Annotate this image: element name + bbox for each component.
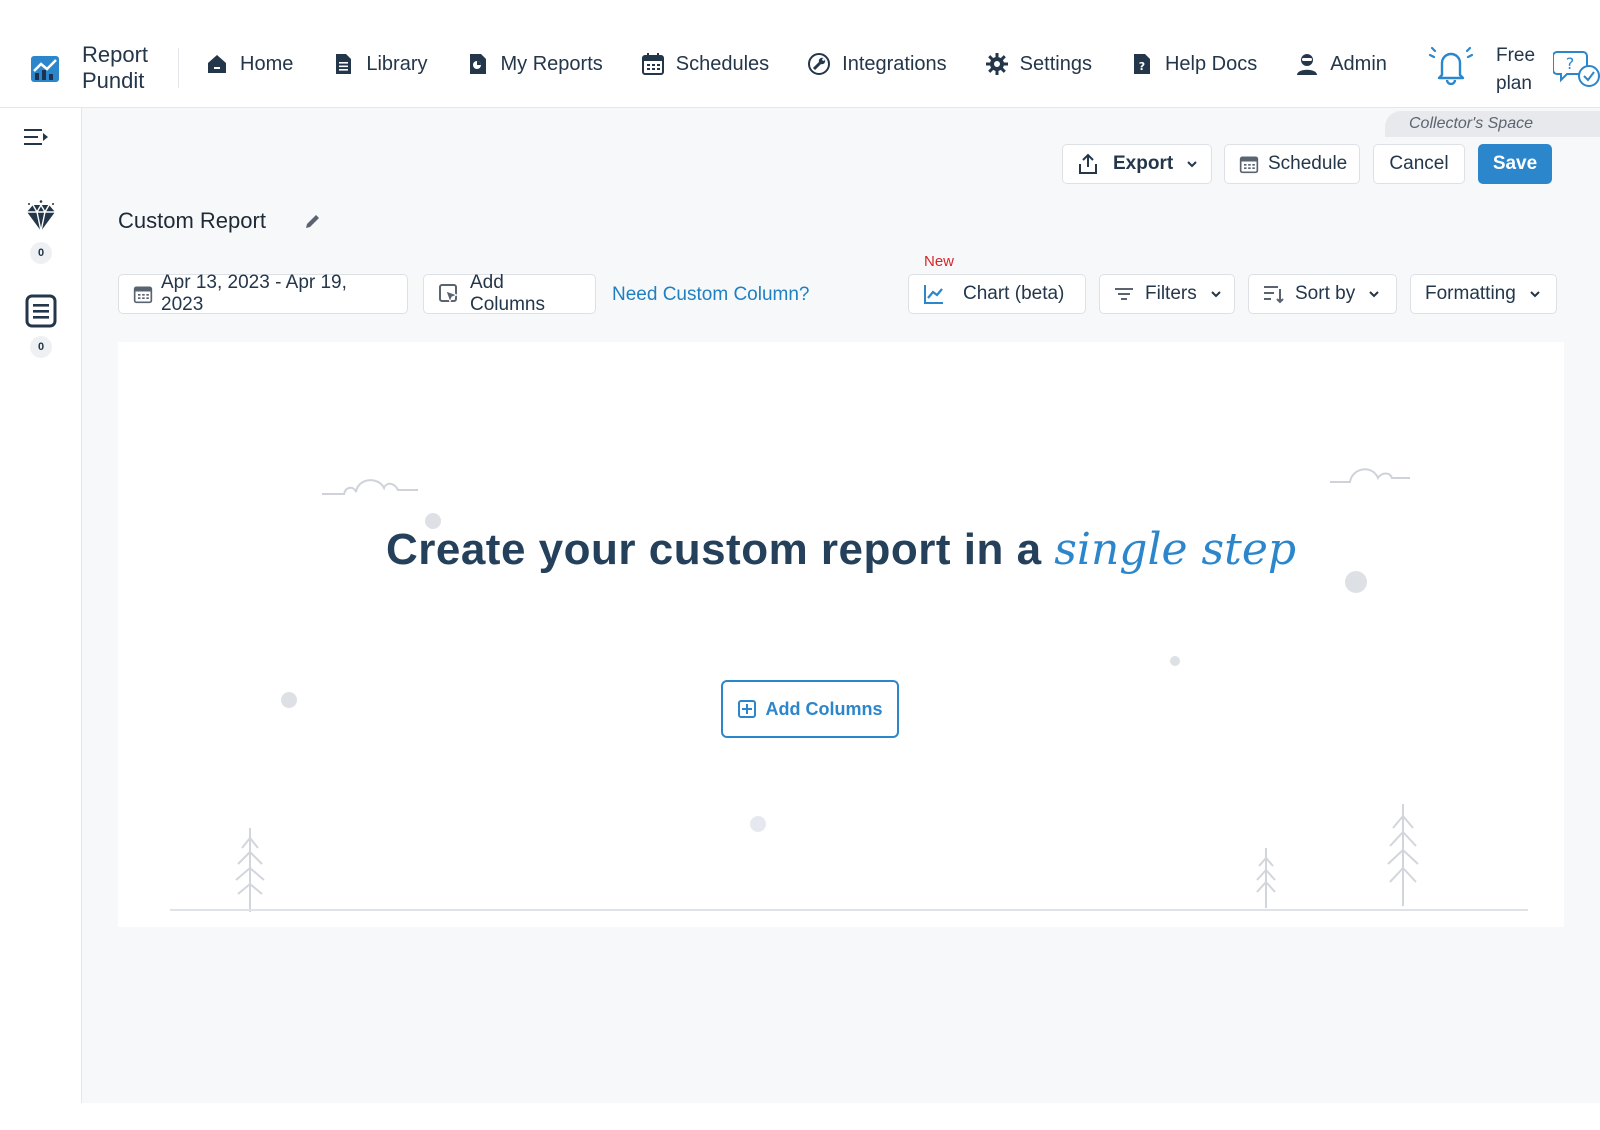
- library-icon: [336, 54, 352, 74]
- add-columns-cta-button[interactable]: Add Columns: [721, 680, 899, 738]
- nav-schedules[interactable]: Schedules: [641, 52, 769, 76]
- chart-button[interactable]: Chart (beta): [908, 274, 1086, 314]
- formatting-label: Formatting: [1425, 283, 1516, 304]
- export-button[interactable]: Export: [1062, 144, 1212, 184]
- date-range-picker[interactable]: Apr 13, 2023 - Apr 19, 2023: [118, 272, 408, 315]
- chart-label: Chart (beta): [963, 283, 1065, 304]
- tree-icon: [235, 828, 265, 912]
- nav-help-docs[interactable]: ? Help Docs: [1130, 52, 1257, 76]
- gear-icon: [985, 53, 1008, 75]
- logo-chart-icon: [31, 56, 59, 82]
- nav-home[interactable]: Home: [205, 52, 293, 76]
- cta-label: Add Columns: [765, 698, 883, 719]
- filters-dropdown[interactable]: Filters: [1099, 274, 1235, 314]
- column-select-icon: [439, 284, 459, 304]
- calendar-icon: [1239, 156, 1259, 174]
- my-reports-icon: [469, 54, 486, 74]
- sort-icon: [1264, 286, 1284, 304]
- cancel-label: Cancel: [1389, 153, 1449, 174]
- nav-settings[interactable]: Settings: [985, 52, 1092, 76]
- chevron-down-icon: [1187, 161, 1197, 168]
- app-logo[interactable]: Report Pundit: [30, 42, 148, 94]
- filter-icon: [1115, 288, 1133, 300]
- admin-icon: [1297, 54, 1318, 75]
- nav-library[interactable]: Library: [331, 52, 428, 76]
- sidebar-item-reports-list[interactable]: 0: [0, 294, 82, 358]
- page-title: Custom Report: [118, 208, 266, 233]
- nav-my-reports-label: My Reports: [500, 52, 603, 75]
- sidebar: 0 0: [0, 108, 82, 1103]
- svg-text:?: ?: [1566, 54, 1575, 73]
- list-count-badge: 0: [30, 336, 52, 358]
- line-chart-icon: [924, 285, 943, 304]
- formatting-dropdown[interactable]: Formatting: [1410, 274, 1557, 314]
- calendar-icon: [641, 53, 664, 75]
- main-menu: Home Library My Reports Schedules Integr…: [205, 52, 1425, 76]
- nav-library-label: Library: [366, 52, 428, 75]
- nav-admin[interactable]: Admin: [1295, 52, 1387, 76]
- chevron-down-icon: [1530, 291, 1540, 298]
- chevron-down-icon: [1211, 291, 1221, 298]
- report-canvas: Create your custom report in a single st…: [118, 342, 1564, 927]
- new-badge: New: [924, 253, 955, 270]
- cloud-icon: [322, 479, 418, 495]
- nav-settings-label: Settings: [1019, 52, 1092, 75]
- cancel-button[interactable]: Cancel: [1373, 144, 1465, 184]
- headline-text: Create your custom report in a: [385, 525, 1055, 574]
- tree-icon: [1256, 848, 1276, 908]
- save-label: Save: [1492, 153, 1538, 174]
- workspace-label: Collector's Space: [1409, 115, 1533, 132]
- main-content: Collector's Space Export Schedule Cancel…: [82, 108, 1600, 1103]
- nav-integrations-label: Integrations: [842, 52, 947, 75]
- date-range-value: Apr 13, 2023 - Apr 19, 2023: [161, 272, 347, 315]
- home-icon: [208, 55, 226, 73]
- decorative-dot: [1170, 656, 1180, 666]
- svg-text:?: ?: [1139, 60, 1145, 73]
- list-document-icon: [25, 294, 57, 328]
- plus-square-icon: [737, 700, 756, 718]
- cloud-icon: [1330, 468, 1410, 483]
- decorative-dot: [750, 816, 766, 832]
- premium-count-badge: 0: [30, 242, 52, 264]
- calendar-icon: [133, 286, 153, 304]
- add-columns-label: Add Columns: [470, 272, 545, 315]
- sidebar-item-premium[interactable]: 0: [0, 200, 82, 264]
- help-doc-icon: ?: [1133, 54, 1150, 74]
- chevron-down-icon: [1369, 291, 1379, 298]
- schedule-button[interactable]: Schedule: [1224, 144, 1360, 184]
- pencil-icon[interactable]: [304, 212, 322, 230]
- top-navigation: Report Pundit Home Library My Reports Sc…: [0, 0, 1600, 108]
- ground-line: [170, 909, 1528, 911]
- nav-integrations[interactable]: Integrations: [807, 52, 947, 76]
- custom-column-link[interactable]: Need Custom Column?: [612, 284, 809, 306]
- nav-my-reports[interactable]: My Reports: [466, 52, 603, 76]
- diamond-icon: [27, 200, 55, 232]
- headline-accent: single step: [1054, 524, 1297, 575]
- filters-label: Filters: [1145, 283, 1197, 304]
- nav-help-docs-label: Help Docs: [1164, 52, 1258, 75]
- schedule-label: Schedule: [1268, 153, 1348, 174]
- add-columns-button[interactable]: Add Columns: [423, 272, 596, 315]
- report-title-row: Custom Report: [118, 208, 322, 234]
- nav-schedules-label: Schedules: [675, 52, 770, 75]
- workspace-tab[interactable]: Collector's Space: [1385, 111, 1600, 137]
- empty-state-headline: Create your custom report in a single st…: [118, 524, 1564, 575]
- sidebar-toggle-icon[interactable]: [24, 126, 50, 150]
- plan-label[interactable]: Free plan: [1496, 42, 1535, 98]
- wrench-icon: [808, 53, 831, 75]
- sort-by-dropdown[interactable]: Sort by: [1248, 274, 1397, 314]
- nav-divider: [178, 48, 179, 88]
- save-button[interactable]: Save: [1478, 144, 1552, 184]
- app-name: Report Pundit: [82, 42, 149, 93]
- bell-icon[interactable]: [1428, 45, 1474, 85]
- export-label: Export: [1113, 153, 1174, 174]
- decorative-dot: [281, 692, 297, 708]
- upload-icon: [1079, 153, 1097, 174]
- support-chat-icon[interactable]: ?: [1553, 48, 1600, 90]
- tree-icon: [1387, 804, 1419, 906]
- nav-home-label: Home: [240, 52, 294, 75]
- nav-admin-label: Admin: [1330, 52, 1387, 75]
- sort-by-label: Sort by: [1295, 283, 1356, 304]
